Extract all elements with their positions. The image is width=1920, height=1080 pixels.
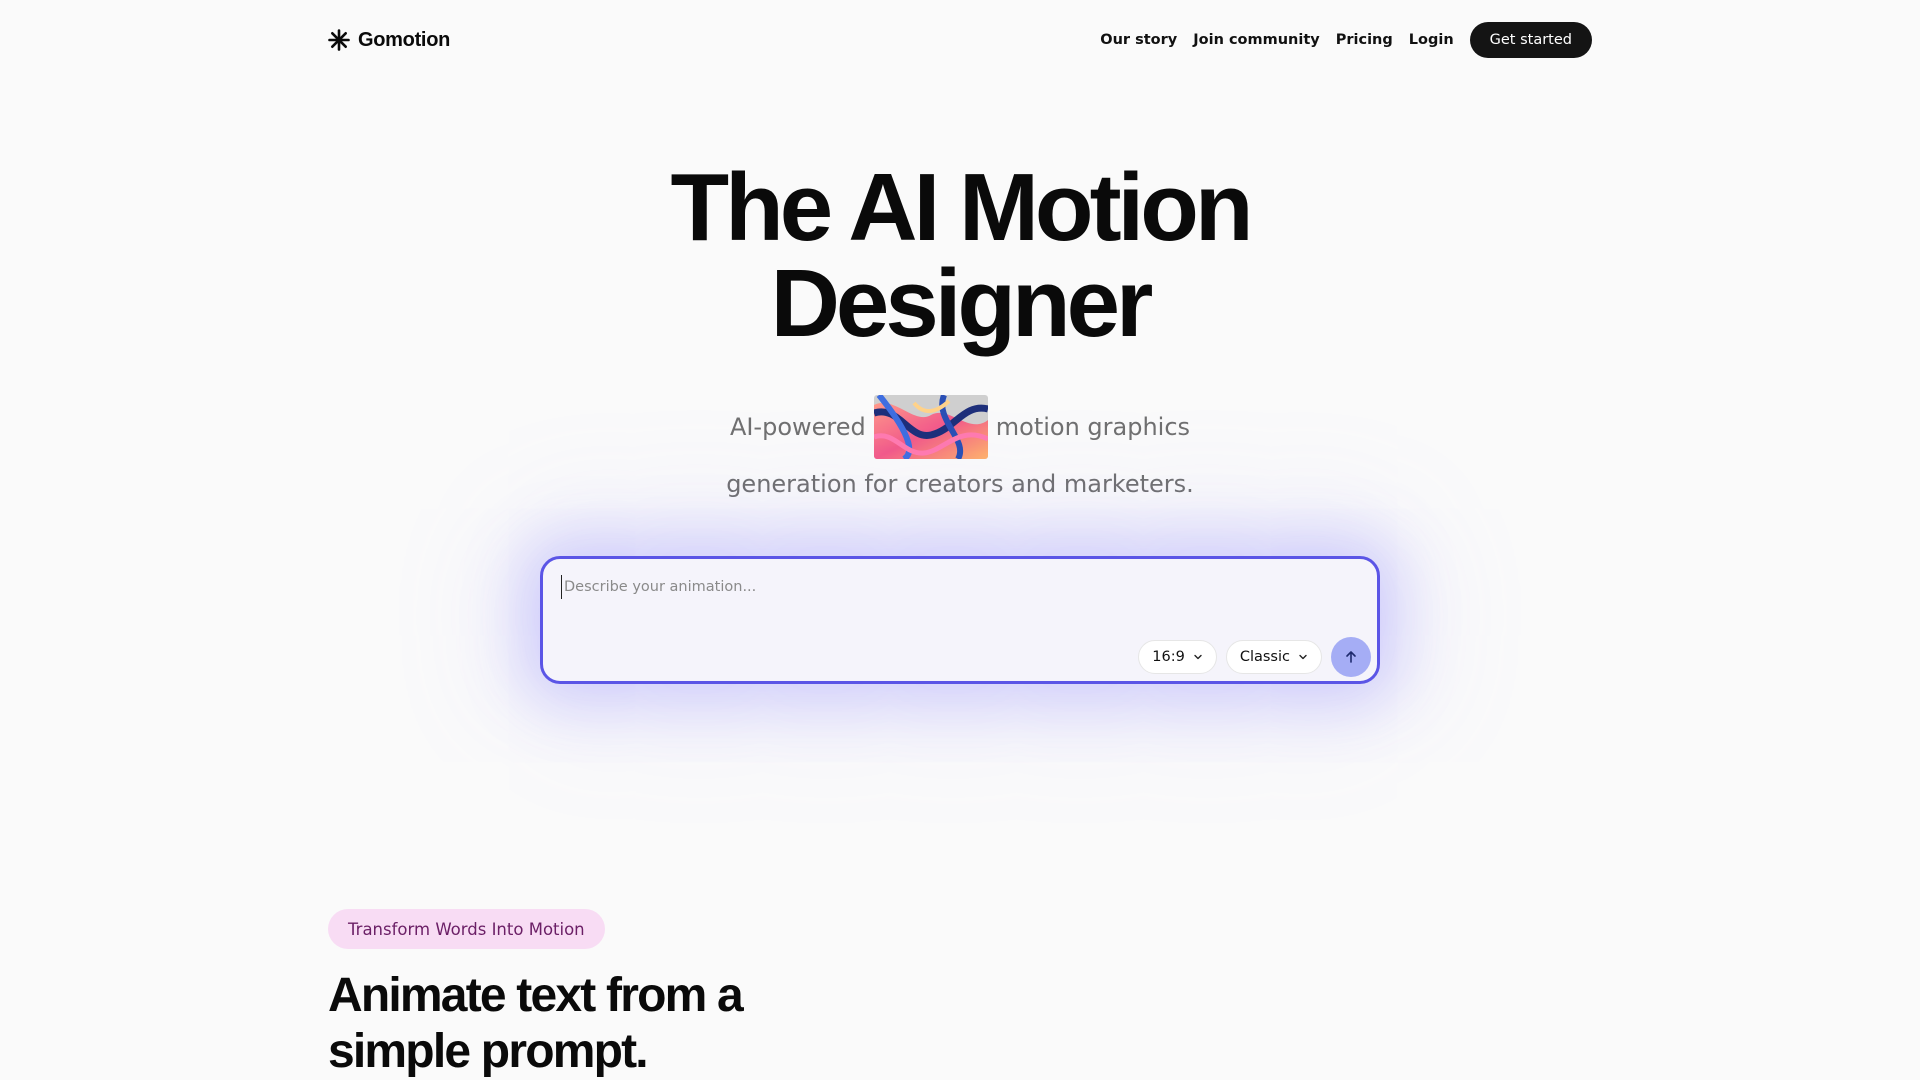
- subtitle-after: motion graphics: [995, 413, 1191, 441]
- motion-preview-thumbnail: [873, 395, 988, 459]
- hero-title: The AI Motion Designer: [0, 160, 1920, 352]
- aspect-ratio-value: 16:9: [1152, 649, 1185, 665]
- prompt-box: 16:9 Classic: [540, 556, 1380, 684]
- send-button[interactable]: [1331, 637, 1371, 677]
- nav-link-join-community[interactable]: Join community: [1193, 32, 1319, 48]
- aspect-ratio-select[interactable]: 16:9: [1138, 640, 1217, 674]
- section-title-line1: Animate text from a: [328, 969, 744, 1022]
- nav-link-login[interactable]: Login: [1409, 32, 1454, 48]
- nav-link-pricing[interactable]: Pricing: [1336, 32, 1393, 48]
- section-badge: Transform Words Into Motion: [328, 909, 605, 949]
- hero-title-line2: Designer: [770, 250, 1154, 357]
- prompt-controls: 16:9 Classic: [1138, 637, 1371, 677]
- nav-links: Our story Join community Pricing Login G…: [1100, 22, 1592, 58]
- section-title-line2: simple prompt.: [328, 1025, 649, 1078]
- top-nav: Gomotion Our story Join community Pricin…: [328, 20, 1592, 60]
- subtitle-before: AI-powered: [729, 413, 866, 441]
- style-value: Classic: [1239, 649, 1290, 665]
- brand-name: Gomotion: [358, 28, 451, 51]
- hero-subtitle-line2: generation for creators and marketers.: [726, 470, 1194, 498]
- chevron-down-icon: [1194, 654, 1202, 660]
- section-title: Animate text from a simple prompt.: [328, 968, 928, 1080]
- brand-logo[interactable]: Gomotion: [328, 29, 450, 52]
- arrow-up-icon: [1346, 651, 1356, 663]
- hero-title-line1: The AI Motion: [670, 154, 1254, 261]
- nav-link-our-story[interactable]: Our story: [1100, 32, 1177, 48]
- hero-subtitle-line1: AI-powered motion graphics: [0, 395, 1920, 459]
- chevron-down-icon: [1299, 654, 1307, 660]
- get-started-button[interactable]: Get started: [1469, 22, 1592, 58]
- prompt-input[interactable]: [561, 575, 1351, 599]
- asterisk-logo-icon: [328, 29, 350, 51]
- style-select[interactable]: Classic: [1225, 640, 1322, 674]
